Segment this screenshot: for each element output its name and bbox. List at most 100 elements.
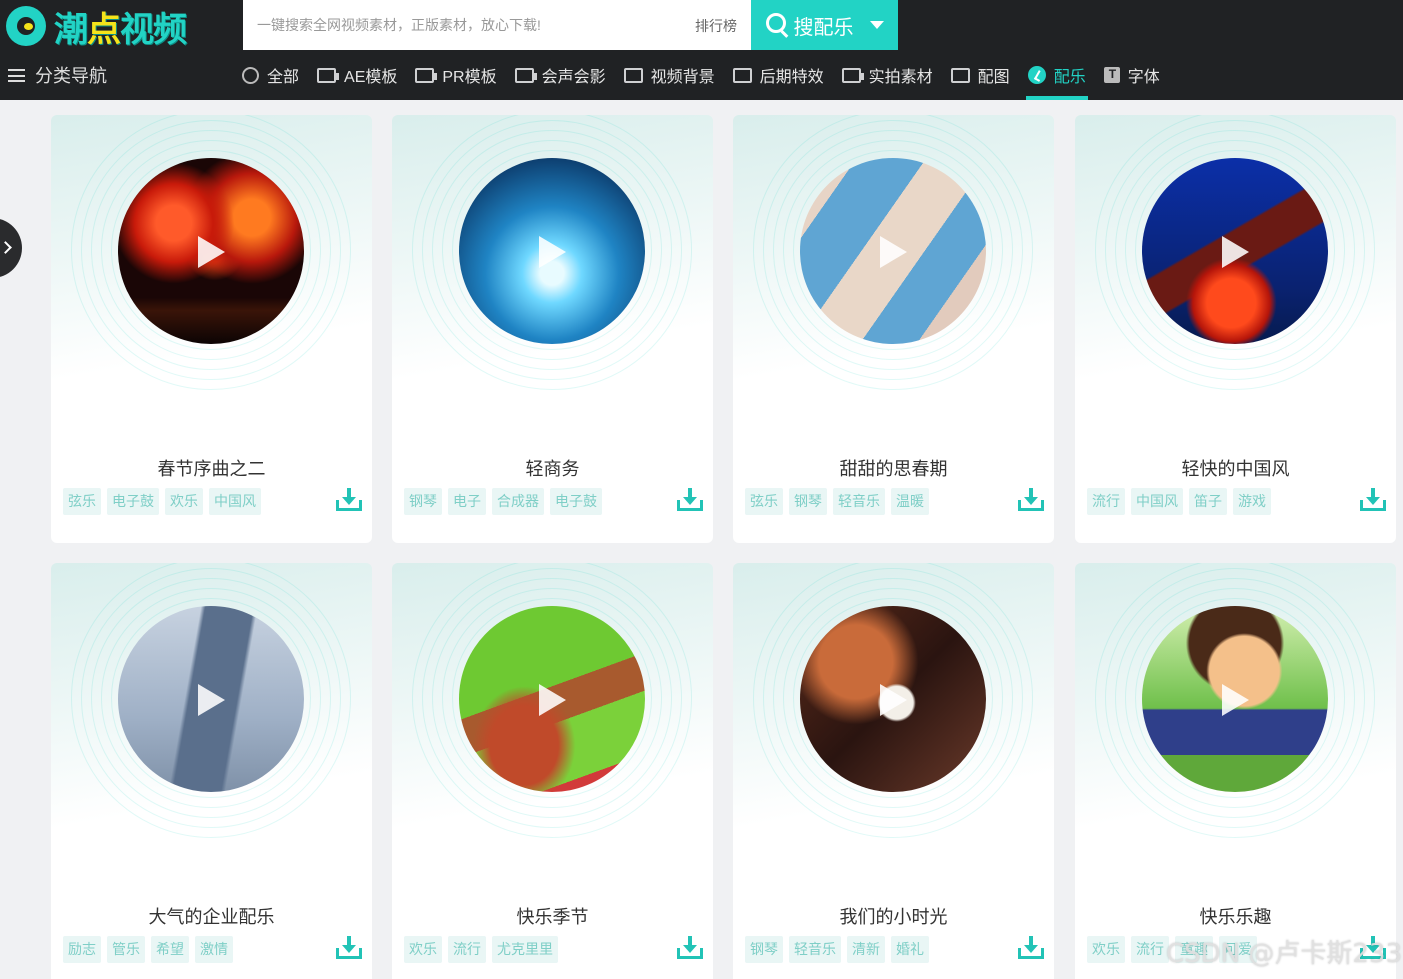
site-logo[interactable]: 潮点视频: [6, 4, 187, 49]
sidebar-expand-tab[interactable]: [0, 218, 22, 278]
music-card[interactable]: 大气的企业配乐励志 管乐 希望 激情: [51, 563, 372, 979]
film-icon: [415, 67, 438, 83]
tag[interactable]: 清新: [847, 936, 885, 963]
tag[interactable]: 婚礼: [891, 936, 929, 963]
tag[interactable]: 希望: [151, 936, 189, 963]
tag[interactable]: 中国风: [1131, 488, 1183, 515]
play-icon[interactable]: [198, 684, 225, 716]
nav-item-4[interactable]: 视频背景: [623, 62, 715, 88]
nav-item-3[interactable]: 会声会影: [514, 62, 606, 88]
play-icon[interactable]: [1222, 684, 1249, 716]
play-icon[interactable]: [198, 236, 225, 268]
cover-art[interactable]: [459, 158, 645, 344]
tag[interactable]: 尤克里里: [492, 936, 558, 963]
tag[interactable]: 钢琴: [745, 936, 783, 963]
music-card[interactable]: 快乐乐趣 欢乐 流行 童趣 可爱: [1075, 563, 1396, 979]
music-note-icon: [1027, 66, 1046, 84]
card-title[interactable]: 快乐季节: [392, 903, 713, 929]
tag[interactable]: 弦乐: [745, 488, 783, 515]
search-input[interactable]: [257, 0, 677, 50]
tag-list: 钢琴 电子 合成器 电子鼓: [404, 488, 602, 515]
category-nav-toggle[interactable]: 分类导航: [8, 62, 107, 88]
card-title[interactable]: 大气的企业配乐: [51, 903, 372, 929]
logo-mark-icon: [6, 6, 46, 46]
tag[interactable]: 流行: [448, 936, 486, 963]
picture-icon: [950, 67, 970, 83]
tag[interactable]: 欢乐: [404, 936, 442, 963]
tag[interactable]: 励志: [63, 936, 101, 963]
music-card[interactable]: 我们的小时光钢琴 轻音乐 清新 婚礼: [733, 563, 1054, 979]
tag[interactable]: 欢乐: [1087, 936, 1125, 963]
play-icon[interactable]: [880, 684, 907, 716]
tag[interactable]: 电子鼓: [107, 488, 159, 515]
tag[interactable]: 轻音乐: [833, 488, 885, 515]
tag[interactable]: 轻音乐: [789, 936, 841, 963]
tag[interactable]: 弦乐: [63, 488, 101, 515]
nav-item-7[interactable]: 配图: [950, 62, 1010, 88]
music-card[interactable]: 轻商务钢琴 电子 合成器 电子鼓: [392, 115, 713, 543]
tag[interactable]: 游戏: [1233, 488, 1271, 515]
nav-item-2[interactable]: PR模板: [415, 62, 497, 88]
cover-art[interactable]: [800, 606, 986, 792]
download-icon[interactable]: [336, 488, 362, 512]
tag[interactable]: 温暖: [891, 488, 929, 515]
music-card[interactable]: 快乐季节欢乐 流行 尤克里里: [392, 563, 713, 979]
cover-art[interactable]: [1142, 606, 1328, 792]
tag[interactable]: 钢琴: [404, 488, 442, 515]
card-title[interactable]: 甜甜的思春期: [733, 455, 1054, 481]
main-nav: 全部 AE模板 PR模板 会声会影 视频背景 后期特效 实拍素材 配图 配乐 字体: [242, 62, 1178, 100]
play-icon[interactable]: [539, 236, 566, 268]
cover-art[interactable]: [459, 606, 645, 792]
rank-link[interactable]: 排行榜: [695, 16, 737, 36]
tag[interactable]: 流行: [1131, 936, 1169, 963]
tag[interactable]: 管乐: [107, 936, 145, 963]
play-icon[interactable]: [1222, 236, 1249, 268]
tag[interactable]: 流行: [1087, 488, 1125, 515]
nav-item-label: 字体: [1127, 69, 1160, 86]
nav-item-6[interactable]: 实拍素材: [841, 62, 933, 88]
music-card[interactable]: 甜甜的思春期弦乐 钢琴 轻音乐 温暖: [733, 115, 1054, 543]
card-title[interactable]: 轻商务: [392, 455, 713, 481]
search-music-button[interactable]: 搜配乐: [751, 0, 898, 50]
download-icon[interactable]: [1018, 936, 1044, 960]
cover-art[interactable]: [800, 158, 986, 344]
nav-item-5[interactable]: 后期特效: [732, 62, 824, 88]
music-card[interactable]: 轻快的中国风流行 中国风 笛子 游戏: [1075, 115, 1396, 543]
nav-item-1[interactable]: AE模板: [317, 62, 397, 88]
card-title[interactable]: 春节序曲之二: [51, 455, 372, 481]
watermark: CSDN @卢卡斯233: [1166, 939, 1403, 969]
tag[interactable]: 电子鼓: [550, 488, 602, 515]
nav-item-label: 视频背景: [650, 69, 715, 86]
download-icon[interactable]: [1018, 488, 1044, 512]
nav-item-9[interactable]: 字体: [1103, 62, 1160, 88]
search-box: 排行榜: [243, 0, 751, 50]
cover-art[interactable]: [118, 606, 304, 792]
film-icon: [317, 67, 340, 83]
cover-art[interactable]: [118, 158, 304, 344]
music-card[interactable]: 春节序曲之二弦乐 电子鼓 欢乐 中国风: [51, 115, 372, 543]
nav-item-0[interactable]: 全部: [242, 62, 299, 88]
nav-item-label: 后期特效: [759, 69, 824, 86]
tag[interactable]: 电子: [448, 488, 486, 515]
tag[interactable]: 笛子: [1189, 488, 1227, 515]
card-title[interactable]: 快乐乐趣: [1075, 903, 1396, 929]
download-icon[interactable]: [677, 488, 703, 512]
card-title[interactable]: 我们的小时光: [733, 903, 1054, 929]
nav-item-label: PR模板: [442, 69, 497, 86]
download-icon[interactable]: [336, 936, 362, 960]
tag[interactable]: 钢琴: [789, 488, 827, 515]
play-icon[interactable]: [539, 684, 566, 716]
nav-item-8[interactable]: 配乐: [1025, 62, 1088, 100]
play-icon[interactable]: [880, 236, 907, 268]
tag[interactable]: 激情: [195, 936, 233, 963]
download-icon[interactable]: [1360, 488, 1386, 512]
download-icon[interactable]: [677, 936, 703, 960]
camera-icon: [841, 67, 864, 83]
tag[interactable]: 合成器: [492, 488, 544, 515]
cover-art[interactable]: [1142, 158, 1328, 344]
tag[interactable]: 欢乐: [165, 488, 203, 515]
nav-item-label: 实拍素材: [868, 69, 933, 86]
card-title[interactable]: 轻快的中国风: [1075, 455, 1396, 481]
font-icon: [1103, 67, 1120, 83]
tag[interactable]: 中国风: [209, 488, 261, 515]
